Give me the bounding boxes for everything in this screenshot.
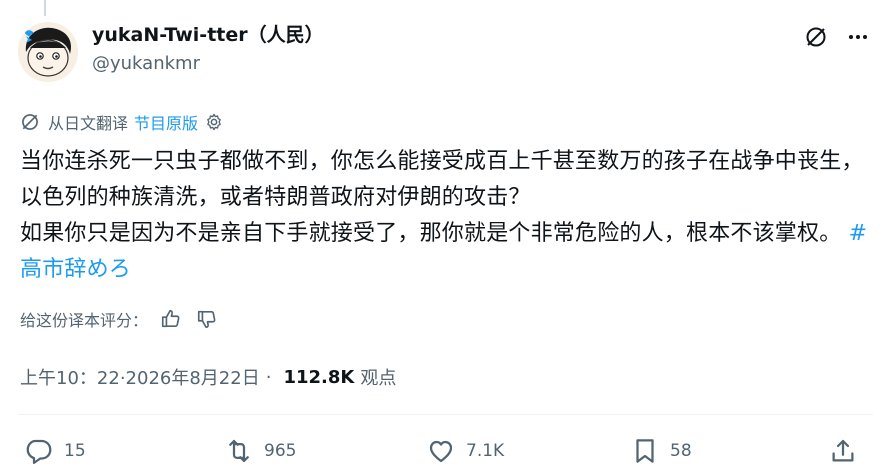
show-original-link[interactable]: 节目原版 [134,110,198,134]
bookmark-button[interactable]: 58 [630,436,692,466]
repost-button[interactable]: 965 [224,436,296,466]
no-sign-icon [20,112,40,132]
gear-icon[interactable] [204,112,224,132]
rate-translation-bar: 给这份译本评分： [20,306,220,332]
tweet-paragraph-text: 如果你只是因为不是亲自下手就接受了，那你就是个非常危险的人，根本不该掌权。 [20,221,842,246]
thumbs-up-icon[interactable] [158,306,184,332]
more-dots-icon[interactable] [845,24,871,50]
views-count: 112.8K [283,366,355,388]
bookmark-count: 58 [670,441,692,461]
divider [18,414,873,415]
share-icon [828,436,858,466]
author-display-name[interactable]: yukaN-Twi-tter（人民） [92,22,324,48]
views-label: 观点 [360,368,397,389]
author-handle[interactable]: @yukankmr [92,51,324,77]
author-block: yukaN-Twi-tter（人民） @yukankmr [92,22,324,77]
action-bar: 15 965 7.1K 58 [0,430,891,470]
reply-button[interactable]: 15 [24,436,86,466]
top-actions [803,24,871,50]
like-button[interactable]: 7.1K [426,436,504,466]
tweet-meta: 上午10：22 ·2026年8月22日 · 112.8K 观点 [20,364,396,390]
share-button[interactable] [828,436,858,466]
repost-count: 965 [264,441,297,461]
avatar-illustration [18,22,78,82]
reply-icon [24,436,54,466]
meta-separator: · [265,366,272,388]
no-sign-icon[interactable] [803,24,829,50]
tweet-paragraph: 当你连杀死一只虫子都做不到，你怎么能接受成百上千甚至数万的孩子在战争中丧生，以色… [20,149,864,210]
reply-count: 15 [64,441,86,461]
tweet-date[interactable]: ·2026年8月22日 [120,364,260,390]
avatar[interactable] [18,22,78,82]
like-icon [426,436,456,466]
tweet-text: 当你连杀死一只虫子都做不到，你怎么能接受成百上千甚至数万的孩子在战争中丧生，以色… [20,144,870,288]
like-count: 7.1K [466,441,505,461]
bookmark-icon [630,436,660,466]
rate-translation-label: 给这份译本评分： [20,311,149,330]
thread-line [44,0,46,16]
tweet-time[interactable]: 上午10：22 [20,364,120,390]
tweet-paragraph: 如果你只是因为不是亲自下手就接受了，那你就是个非常危险的人，根本不该掌权。 #高… [20,216,870,288]
thumbs-down-icon[interactable] [194,306,220,332]
translation-bar: 从日文翻译 节目原版 [20,110,224,134]
translated-from-label: 从日文翻译 [48,114,129,133]
repost-icon [224,436,254,466]
